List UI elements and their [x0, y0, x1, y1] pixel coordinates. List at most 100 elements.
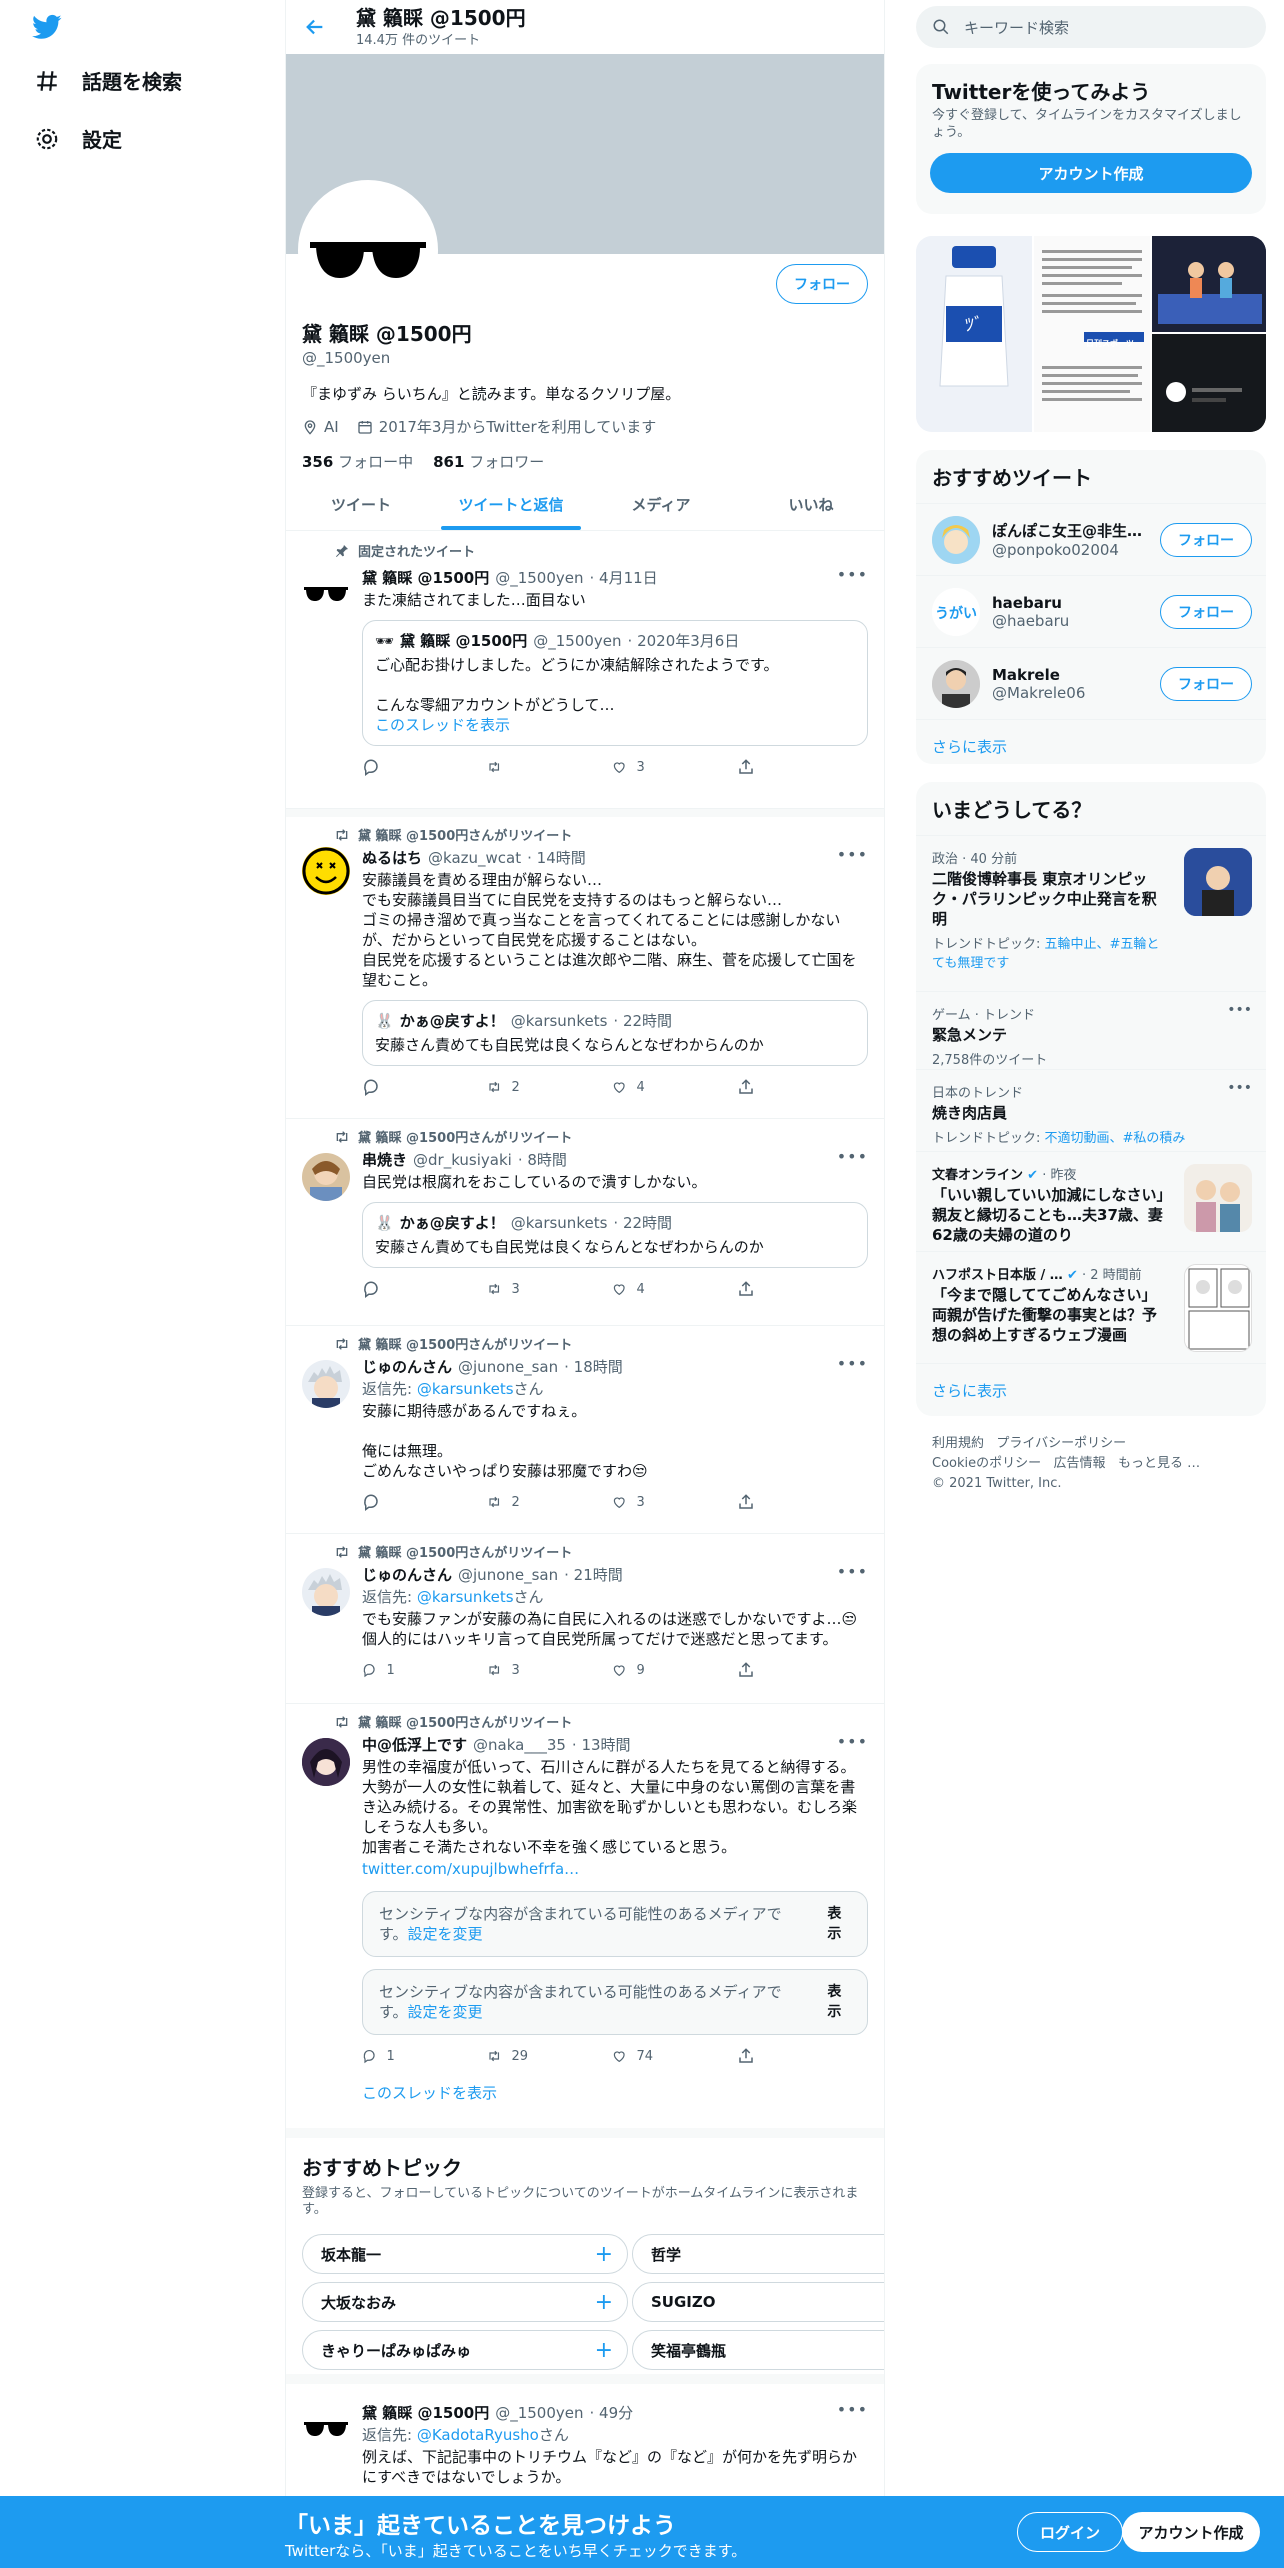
trend-item[interactable]: 日本のトレンド 焼き肉店員 トレンドトピック: 不適切動画、#私の積み ••• — [916, 1069, 1266, 1151]
topic-chip[interactable]: 笑福亭鶴瓶 — [632, 2330, 884, 2370]
footer-privacy-link[interactable]: プライバシーポリシー — [996, 1436, 1126, 1451]
reply-to-link[interactable]: @KadotaRyusho — [417, 2426, 539, 2444]
media-thumb[interactable]: ﾂﾞ — [916, 236, 1032, 432]
retweet-button[interactable]: 2 — [487, 1078, 612, 1096]
retweet-button[interactable]: 3 — [487, 1280, 612, 1298]
media-thumb[interactable]: 日刊スポーツ — [1034, 236, 1150, 432]
recommended-account[interactable]: ぽんぽこ女王@非生… @ponpoko02004 フォロー — [916, 503, 1266, 575]
tab-media[interactable]: メディア — [586, 478, 736, 530]
tweet-author-name[interactable]: じゅのんさん — [362, 1356, 452, 1377]
show-more-link[interactable]: さらに表示 — [916, 1363, 1266, 1416]
tweet-time[interactable]: 18時間 — [574, 1358, 623, 1376]
footer-ads-link[interactable]: 広告情報 — [1054, 1456, 1106, 1471]
tweet-retweet[interactable]: 黛 籟睬 @1500円さんがリツイート ••• じゅのんさん @junone_sa… — [286, 1326, 884, 1534]
avatar[interactable] — [302, 847, 350, 895]
tweet-pinned[interactable]: 固定されたツイート ••• 黛 籟睬 @1500円 @_1500yen · 4月11… — [286, 531, 884, 809]
trend-item[interactable]: 政治 · 40 分前 二階俊博幹事長 東京オリンピック・パラリンピック中止発言を… — [916, 835, 1266, 991]
like-button[interactable]: 74 — [612, 2047, 737, 2065]
reply-to-link[interactable]: @karsunkets — [417, 1588, 514, 1606]
topic-chip[interactable]: 大坂なおみ + — [302, 2282, 628, 2322]
tweet-time[interactable]: 14時間 — [537, 849, 586, 867]
create-account-button[interactable]: アカウント作成 — [930, 153, 1252, 193]
avatar[interactable] — [302, 1738, 350, 1786]
quoted-tweet[interactable]: 🕶 黛 籟睬 @1500円 @_1500yen · 2020年3月6日 ご心配お掛けし… — [362, 620, 868, 746]
tweet-time[interactable]: · 4月11日 — [590, 567, 658, 588]
footer-terms-link[interactable]: 利用規約 — [932, 1436, 984, 1451]
share-button[interactable] — [737, 1078, 862, 1096]
tweet-time[interactable]: 8時間 — [527, 1151, 567, 1169]
avatar[interactable] — [932, 515, 980, 564]
share-button[interactable] — [737, 1493, 862, 1511]
avatar[interactable] — [932, 659, 980, 708]
show-more-link[interactable]: さらに表示 — [916, 719, 1266, 764]
tweet-retweet[interactable]: 黛 籟睬 @1500円さんがリツイート ••• ぬるはち @kazu_wcat · … — [286, 817, 884, 1119]
nav-explore[interactable]: 話題を検索 — [34, 66, 182, 95]
footer-more-link[interactable]: もっと見る … — [1118, 1456, 1200, 1471]
tweet-retweet[interactable]: 黛 籟睬 @1500円さんがリツイート ••• 中@低浮上です @naka___3… — [286, 1704, 884, 2128]
avatar[interactable] — [302, 1360, 350, 1408]
like-button[interactable]: 4 — [612, 1280, 737, 1298]
profile-avatar[interactable] — [298, 180, 438, 320]
tab-tweets[interactable]: ツイート — [286, 478, 436, 530]
show-thread-link[interactable]: このスレッドを表示 — [375, 715, 855, 735]
tweet-reply[interactable]: ••• 黛 籟睬 @1500円 @_1500yen · 49分 返信先: @Kado… — [286, 2384, 884, 2496]
share-button[interactable] — [737, 1280, 862, 1298]
change-settings-link[interactable]: 設定を変更 — [408, 1925, 483, 1943]
like-button[interactable]: 3 — [612, 758, 737, 776]
following-link[interactable]: 356 フォロー中 — [302, 451, 413, 472]
tweet-time[interactable]: 13時間 — [581, 1736, 630, 1754]
news-item[interactable]: ハフポスト日本版 / … ✔ · 2 時間前 「今まで隠しててごめんなさい」両親… — [916, 1251, 1266, 1363]
share-button[interactable] — [737, 758, 862, 776]
retweet-button[interactable]: 2 — [487, 1493, 612, 1511]
login-button[interactable]: ログイン — [1017, 2512, 1123, 2552]
avatar[interactable] — [302, 2402, 350, 2450]
quoted-tweet[interactable]: 🐰 かぁ@戻すよ！ @karsunkets · 22時間 安藤さん責めても自民党は良く… — [362, 1000, 868, 1066]
tab-tweets-and-replies[interactable]: ツイートと返信 — [436, 478, 586, 530]
signup-button[interactable]: アカウント作成 — [1122, 2512, 1260, 2552]
avatar[interactable] — [302, 1568, 350, 1616]
reply-button[interactable]: 1 — [362, 1661, 487, 1679]
back-arrow-icon[interactable] — [304, 16, 326, 38]
trend-item[interactable]: ゲーム · トレンド 緊急メンテ 2,758件のツイート ••• — [916, 991, 1266, 1069]
avatar[interactable]: うがい — [932, 587, 980, 636]
reply-button[interactable] — [362, 1493, 487, 1511]
topic-chip[interactable]: 坂本龍一 + — [302, 2234, 628, 2274]
follow-button[interactable]: フォロー — [1160, 667, 1252, 701]
footer-cookie-link[interactable]: Cookieのポリシー — [932, 1456, 1041, 1471]
more-icon[interactable]: ••• — [1227, 1080, 1252, 1096]
tweet-time[interactable]: 21時間 — [574, 1566, 623, 1584]
topic-chip[interactable]: 哲学 — [632, 2234, 884, 2274]
show-media-button[interactable]: 表示 — [807, 1982, 851, 2022]
like-button[interactable]: 3 — [612, 1493, 737, 1511]
tweet-time[interactable]: 49分 — [599, 2404, 633, 2422]
tweet-author-name[interactable]: じゅのんさん — [362, 1564, 452, 1585]
tweet-link[interactable]: twitter.com/xupujlbwhefrfa… — [362, 1859, 868, 1879]
show-thread-link[interactable]: このスレッドを表示 — [362, 2083, 868, 2103]
show-media-button[interactable]: 表示 — [807, 1904, 851, 1944]
more-icon[interactable]: ••• — [1227, 1002, 1252, 1018]
media-grid[interactable]: ﾂﾞ 日刊スポーツ — [916, 236, 1266, 432]
reply-button[interactable] — [362, 1280, 487, 1298]
tweet-author-name[interactable]: ぬるはち — [362, 847, 422, 868]
share-button[interactable] — [737, 1661, 862, 1679]
plus-icon[interactable]: + — [595, 2242, 613, 2267]
plus-icon[interactable]: + — [595, 2290, 613, 2315]
tweet-author-name[interactable]: 串焼き — [362, 1149, 407, 1170]
profile-follow-button[interactable]: フォロー — [776, 264, 868, 304]
follow-button[interactable]: フォロー — [1160, 595, 1252, 629]
twitter-logo-icon[interactable] — [30, 12, 64, 42]
tweet-author-name[interactable]: 黛 籟睬 @1500円 — [362, 567, 489, 588]
reply-button[interactable] — [362, 758, 487, 776]
share-button[interactable] — [737, 2047, 862, 2065]
reply-button[interactable] — [362, 1078, 487, 1096]
retweet-button[interactable]: 29 — [487, 2047, 612, 2065]
quoted-tweet[interactable]: 🐰 かぁ@戻すよ！ @karsunkets · 22時間 安藤さん責めても自民党は良く… — [362, 1202, 868, 1268]
search-input[interactable]: キーワード検索 — [964, 17, 1069, 38]
change-settings-link[interactable]: 設定を変更 — [408, 2003, 483, 2021]
search-box[interactable]: キーワード検索 — [916, 6, 1266, 48]
nav-settings[interactable]: 設定 — [34, 124, 122, 153]
tweet-retweet[interactable]: 黛 籟睬 @1500円さんがリツイート ••• 串焼き @dr_kusiyaki ·… — [286, 1119, 884, 1326]
media-thumb[interactable] — [1152, 236, 1266, 332]
tab-likes[interactable]: いいね — [736, 478, 884, 530]
topic-chip[interactable]: きゃりーぱみゅぱみゅ + — [302, 2330, 628, 2370]
